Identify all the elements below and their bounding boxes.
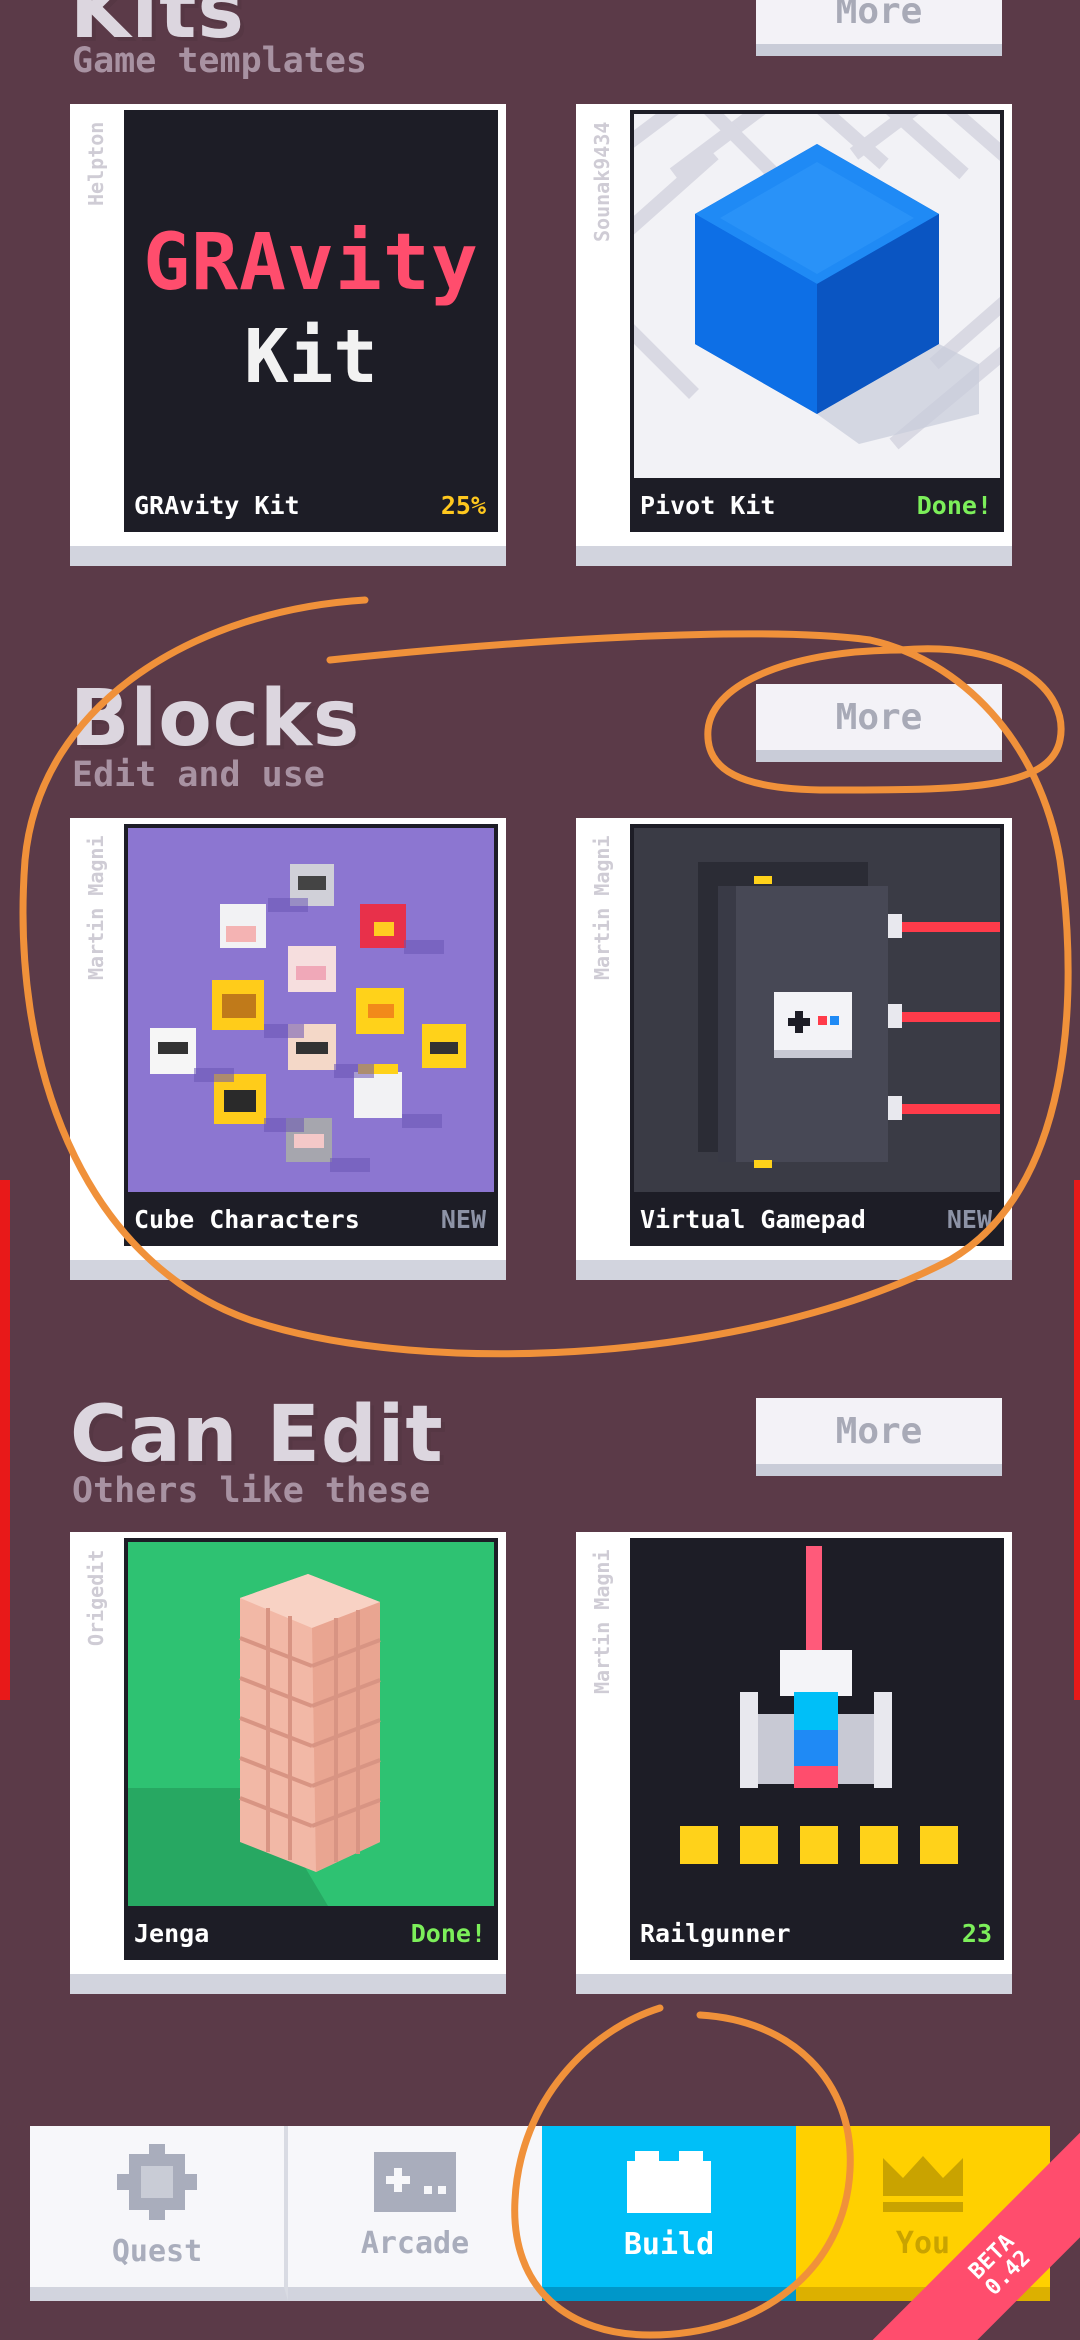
gravity-kit-art: GRAvity Kit: [128, 114, 494, 478]
gamepad-icon: [374, 2152, 456, 2212]
card-virtual-gamepad[interactable]: Martin Magni Virtual Gamepad NEW: [576, 818, 1012, 1280]
tab-build[interactable]: Build: [542, 2126, 796, 2301]
virtual-gamepad-art: [634, 828, 1002, 1192]
gear-icon: [117, 2144, 197, 2220]
card-status: NEW: [440, 1204, 486, 1234]
gamepad-block-icon: [698, 862, 1002, 1168]
can-edit-more-button[interactable]: More: [756, 1398, 1002, 1476]
section-title-blocks: Blocks: [70, 674, 361, 764]
cube-characters-art: [128, 828, 494, 1192]
tab-quest[interactable]: Quest: [30, 2126, 288, 2301]
gravity-logo-text: GRAvity: [143, 218, 479, 308]
card-status: 25%: [440, 490, 486, 520]
card-title: Cube Characters: [134, 1204, 360, 1234]
card-caption: Jenga Done!: [124, 1906, 498, 1960]
card-status: Done!: [916, 490, 992, 520]
card-title: Virtual Gamepad: [640, 1204, 866, 1234]
card-title: Jenga: [134, 1918, 210, 1948]
right-edge-marker: [1074, 1180, 1080, 1700]
card-cube-characters[interactable]: Martin Magni Cube Characters NEW: [70, 818, 506, 1280]
card-caption: Pivot Kit Done!: [630, 478, 1004, 532]
blocks-more-button[interactable]: More: [756, 684, 1002, 762]
section-title-can-edit: Can Edit: [70, 1390, 444, 1480]
card-title: GRAvity Kit: [134, 490, 300, 520]
left-edge-marker: [0, 1180, 10, 1700]
card-status: Done!: [410, 1918, 486, 1948]
card-caption: Railgunner 23: [630, 1906, 1004, 1960]
card-author: Helpton: [84, 122, 108, 207]
card-status: NEW: [946, 1204, 992, 1234]
tab-quest-label: Quest: [111, 2234, 203, 2269]
crown-icon: [883, 2156, 963, 2212]
railgunner-art: [634, 1542, 1000, 1906]
tab-you-label: You: [895, 2226, 951, 2261]
card-thumbnail: Pivot Kit Done!: [630, 110, 1004, 532]
card-thumbnail: GRAvity Kit GRAvity Kit 25%: [124, 110, 498, 532]
card-caption: GRAvity Kit 25%: [124, 478, 498, 532]
card-author: Origedit: [84, 1550, 108, 1647]
card-author: Martin Magni: [84, 836, 108, 981]
section-subtitle-kits: Game templates: [72, 41, 368, 81]
jenga-tower-icon: [128, 1574, 381, 1906]
card-jenga[interactable]: Origedit Jenga Done!: [70, 1532, 506, 1994]
brick-icon: [627, 2151, 711, 2213]
card-railgunner[interactable]: Martin Magni Railgunner 23: [576, 1532, 1012, 1994]
character-heads-icon: [150, 864, 466, 1172]
card-author: Martin Magni: [590, 1550, 614, 1695]
tab-arcade[interactable]: Arcade: [288, 2126, 542, 2301]
bottom-nav: Quest Arcade Build You: [30, 2126, 1050, 2301]
card-author: Sounak9434: [590, 122, 614, 243]
spaceship-icon: [680, 1546, 958, 1864]
card-status: 23: [961, 1918, 992, 1948]
card-thumbnail: Jenga Done!: [124, 1538, 498, 1960]
kit-logo-text: Kit: [244, 314, 378, 400]
section-subtitle-blocks: Edit and use: [72, 755, 325, 795]
card-pivot-kit[interactable]: Sounak9434 Pivot Kit Done!: [576, 104, 1012, 566]
tab-arcade-label: Arcade: [360, 2226, 470, 2261]
pivot-kit-art: [630, 110, 1004, 478]
section-subtitle-can-edit: Others like these: [72, 1471, 431, 1511]
card-gravity-kit[interactable]: Helpton GRAvity Kit GRAvity Kit 25%: [70, 104, 506, 566]
card-author: Martin Magni: [590, 836, 614, 981]
jenga-art: [128, 1542, 494, 1906]
kits-more-button[interactable]: More: [756, 0, 1002, 56]
card-caption: Cube Characters NEW: [124, 1192, 498, 1246]
card-title: Pivot Kit: [640, 490, 776, 520]
blue-cube-icon: [630, 110, 1004, 450]
card-thumbnail: Railgunner 23: [630, 1538, 1004, 1960]
tab-build-label: Build: [623, 2227, 715, 2262]
card-caption: Virtual Gamepad NEW: [630, 1192, 1004, 1246]
card-title: Railgunner: [640, 1918, 791, 1948]
card-thumbnail: Virtual Gamepad NEW: [630, 824, 1004, 1246]
card-thumbnail: Cube Characters NEW: [124, 824, 498, 1246]
